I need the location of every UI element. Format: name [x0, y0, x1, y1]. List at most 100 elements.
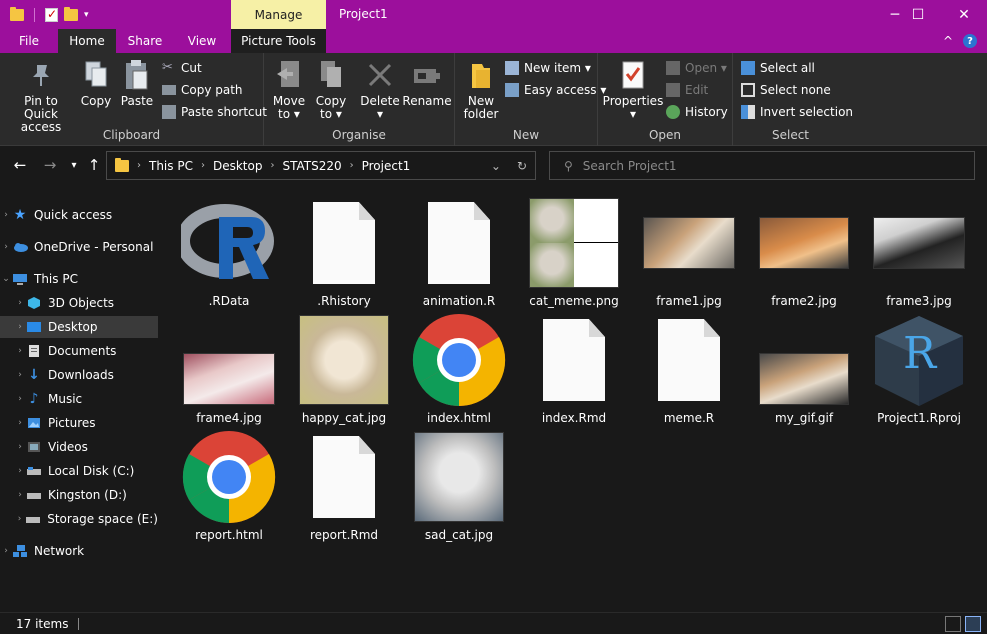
delete-button[interactable]: Delete ▾ [360, 59, 400, 121]
large-icons-view-button[interactable] [965, 616, 981, 632]
copy-button[interactable]: Copy [78, 59, 114, 108]
up-arrow-icon[interactable]: ↑ [84, 155, 104, 175]
sidebar-item-videos[interactable]: › Videos [0, 436, 158, 458]
expand-chevron-icon[interactable]: › [14, 490, 26, 500]
collapse-chevron-icon[interactable]: ⌄ [0, 274, 12, 284]
forward-arrow-icon[interactable]: → [40, 155, 60, 175]
details-view-button[interactable] [945, 616, 961, 632]
address-history-chevron-icon[interactable]: ⌄ [491, 159, 501, 173]
tab-picture-tools[interactable]: Picture Tools [231, 29, 326, 53]
file-item[interactable]: R Project1.Rproj [863, 311, 975, 425]
invert-selection-button[interactable]: Invert selection [741, 103, 853, 121]
sidebar-item-storage-space-e[interactable]: › Storage space (E:) [0, 508, 158, 530]
expand-chevron-icon[interactable]: › [14, 298, 26, 308]
new-folder-icon[interactable] [64, 6, 78, 21]
paste-button[interactable]: Paste [118, 59, 156, 108]
file-item[interactable]: report.Rmd [288, 428, 400, 542]
file-item[interactable]: .Rhistory [288, 194, 400, 308]
sidebar-item-documents[interactable]: › Documents [0, 340, 158, 362]
properties-button[interactable]: Properties ▾ [603, 59, 663, 121]
address-bar[interactable]: › This PC › Desktop › STATS220 › Project… [106, 151, 536, 180]
search-input[interactable] [582, 158, 943, 173]
expand-chevron-icon[interactable]: › [14, 346, 26, 356]
crumb-project1[interactable]: Project1 [362, 159, 411, 173]
file-item[interactable]: report.html [173, 428, 285, 542]
file-item[interactable]: frame4.jpg [173, 311, 285, 425]
sidebar-item-quick-access[interactable]: › ★ Quick access [0, 204, 158, 226]
properties-icon[interactable] [45, 7, 58, 22]
tab-view[interactable]: View [174, 29, 230, 53]
copy-to-button[interactable]: Copy to ▾ [314, 59, 348, 121]
expand-chevron-icon[interactable]: › [14, 442, 26, 452]
cut-button[interactable]: ✂ Cut [162, 59, 202, 77]
file-item[interactable]: index.html [403, 311, 515, 425]
search-box[interactable]: ⚲ [549, 151, 975, 180]
easy-access-button[interactable]: Easy access ▾ [505, 81, 606, 99]
file-item[interactable]: .RData [173, 194, 285, 308]
expand-chevron-icon[interactable]: › [14, 466, 26, 476]
file-item[interactable]: index.Rmd [518, 311, 630, 425]
crumb-desktop[interactable]: Desktop [213, 159, 263, 173]
maximize-button[interactable]: ☐ [895, 0, 941, 29]
expand-chevron-icon[interactable]: › [0, 210, 12, 220]
copy-to-label-2: to ▾ [320, 107, 342, 121]
select-all-button[interactable]: Select all [741, 59, 815, 77]
select-none-button[interactable]: Select none [741, 81, 831, 99]
sidebar-item-pictures[interactable]: › Pictures [0, 412, 158, 434]
refresh-icon[interactable]: ↻ [517, 159, 527, 173]
tab-share[interactable]: Share [116, 29, 174, 53]
close-button[interactable]: ✕ [941, 0, 987, 29]
open-button[interactable]: Open ▾ [666, 59, 727, 77]
sidebar-item-music[interactable]: › ♪ Music [0, 388, 158, 410]
expand-chevron-icon[interactable]: › [14, 322, 26, 332]
expand-chevron-icon[interactable]: › [14, 394, 26, 404]
pin-to-quick-access-button[interactable]: Pin to Quick access [6, 59, 76, 134]
sidebar-item-network[interactable]: › Network [0, 540, 158, 562]
back-arrow-icon[interactable]: ← [10, 155, 30, 175]
crumb-stats220[interactable]: STATS220 [282, 159, 341, 173]
tab-home[interactable]: Home [58, 29, 116, 53]
file-item[interactable]: meme.R [633, 311, 745, 425]
sidebar-item-3d-objects[interactable]: › 3D Objects [0, 292, 158, 314]
new-item-button[interactable]: New item ▾ [505, 59, 591, 77]
history-button[interactable]: History [666, 103, 728, 121]
crumb-separator[interactable]: › [201, 160, 205, 171]
sidebar-item-kingston-d[interactable]: › Kingston (D:) [0, 484, 158, 506]
file-item[interactable]: frame1.jpg [633, 194, 745, 308]
sidebar-item-downloads[interactable]: › ↓ Downloads [0, 364, 158, 386]
sidebar-item-desktop[interactable]: › Desktop [0, 316, 158, 338]
file-item[interactable]: frame3.jpg [863, 194, 975, 308]
file-item[interactable]: sad_cat.jpg [403, 428, 515, 542]
crumb-separator[interactable]: › [270, 160, 274, 171]
rename-button[interactable]: Rename [402, 59, 452, 108]
help-icon[interactable]: ? [963, 34, 977, 48]
file-item[interactable]: cat_meme.png [518, 194, 630, 308]
crumb-this-pc[interactable]: This PC [149, 159, 193, 173]
crumb-separator[interactable]: › [137, 160, 141, 171]
expand-chevron-icon[interactable]: › [0, 546, 12, 556]
blank-document-icon [409, 194, 509, 292]
move-to-button[interactable]: Move to ▾ [272, 59, 306, 121]
collapse-ribbon-icon[interactable]: ^ [943, 34, 953, 48]
paste-shortcut-button[interactable]: Paste shortcut [162, 103, 267, 121]
edit-button[interactable]: Edit [666, 81, 708, 99]
file-item[interactable]: animation.R [403, 194, 515, 308]
sidebar-item-this-pc[interactable]: ⌄ This PC [0, 268, 158, 290]
customize-toolbar-icon[interactable]: ▾ [84, 10, 89, 20]
pictures-icon [26, 416, 42, 430]
image-thumbnail [409, 428, 509, 526]
copy-path-button[interactable]: Copy path [162, 81, 243, 99]
expand-chevron-icon[interactable]: › [14, 370, 26, 380]
expand-chevron-icon[interactable]: › [14, 418, 26, 428]
file-item[interactable]: my_gif.gif [748, 311, 860, 425]
manage-context-tab[interactable]: Manage [231, 0, 326, 29]
sidebar-item-onedrive[interactable]: › OneDrive - Personal [0, 236, 158, 258]
recent-locations-chevron-icon[interactable]: ▾ [64, 155, 84, 175]
new-folder-button[interactable]: New folder [459, 59, 503, 121]
file-item[interactable]: frame2.jpg [748, 194, 860, 308]
file-item[interactable]: happy_cat.jpg [288, 311, 400, 425]
sidebar-item-local-disk-c[interactable]: › Local Disk (C:) [0, 460, 158, 482]
crumb-separator[interactable]: › [350, 160, 354, 171]
expand-chevron-icon[interactable]: › [14, 514, 25, 524]
expand-chevron-icon[interactable]: › [0, 242, 12, 252]
